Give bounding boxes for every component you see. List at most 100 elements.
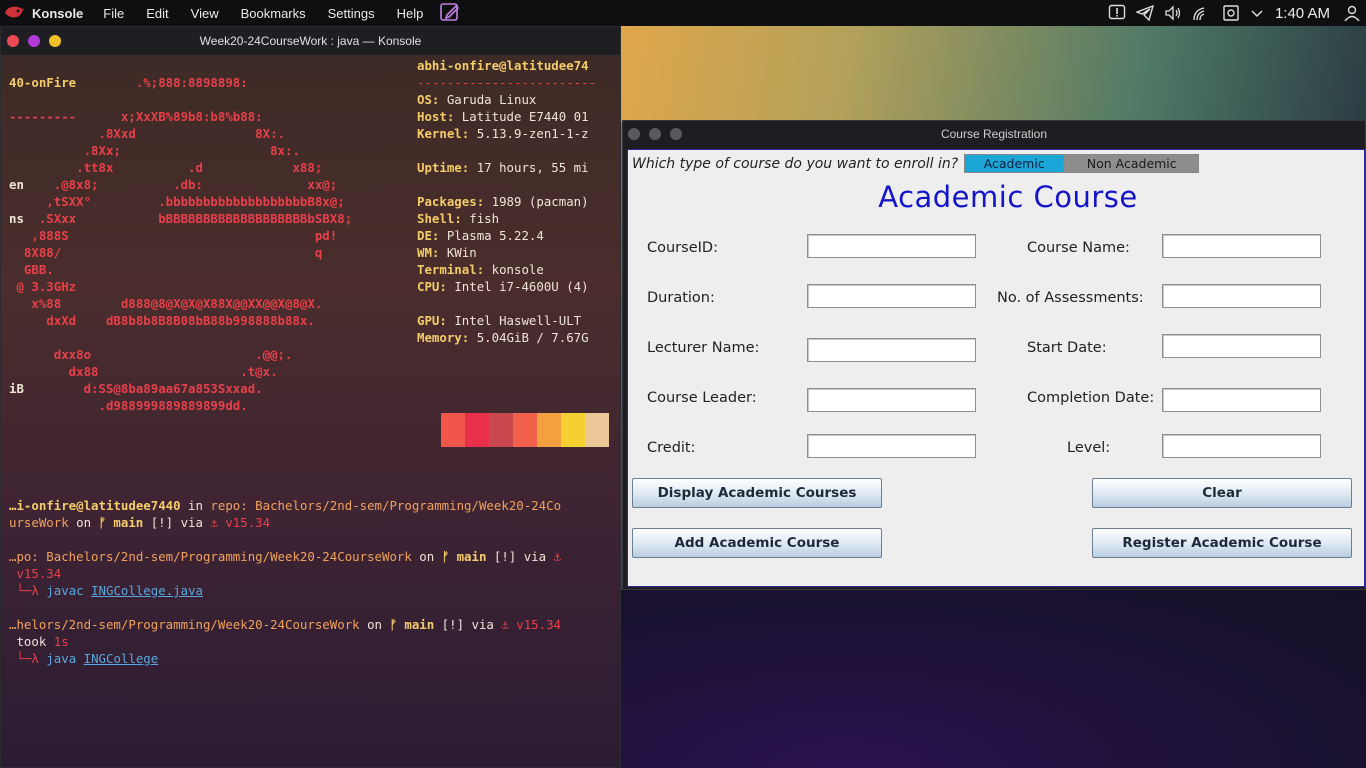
course-id-field[interactable] [807,234,976,258]
user-icon[interactable] [1343,4,1361,22]
completion-date-label: Completion Date: [1027,390,1155,406]
palette-swatch [513,413,537,447]
wrap-line: 40-onFire [9,75,77,90]
info-line: Packages: 1989 (pacman) [417,194,589,209]
neofetch-info: abhi-onfire@latitudee74 -----------------… [417,57,617,346]
palette-swatch [489,413,513,447]
info-line: Kernel: 5.13.9-zen1-1-z [417,126,589,141]
maximize-icon[interactable] [670,128,682,140]
credit-label: Credit: [647,440,696,456]
shell-history: …i-onfire@latitudee7440 in repo: Bachelo… [9,497,609,667]
info-line: OS: Garuda Linux [417,92,537,107]
palette-swatch [585,413,609,447]
start-date-label: Start Date: [1027,340,1107,356]
palette-swatch [441,413,465,447]
wallpaper [620,26,1366,122]
menu-view[interactable]: View [191,6,219,21]
page-title: Academic Course [878,180,1138,214]
prompt-line: …helors/2nd-sem/Programming/Week20-24Cou… [9,617,562,632]
prompt-line: …i-onfire@latitudee7440 in repo: Bachelo… [9,498,562,513]
display-academic-courses-button[interactable]: Display Academic Courses [632,478,882,508]
close-icon[interactable] [628,128,640,140]
palette-swatch [465,413,489,447]
duration-field[interactable] [807,284,976,308]
palette-swatch [561,413,585,447]
lecturer-name-label: Lecturer Name: [647,340,760,356]
course-registration-window: Course Registration Which type of course… [622,120,1366,590]
minimize-icon[interactable] [649,128,661,140]
command-line: └─λ javac INGCollege.java [9,583,203,598]
info-line: Terminal: konsole [417,262,544,277]
volume-icon[interactable] [1164,4,1182,22]
assessments-field[interactable] [1162,284,1321,308]
edit-icon[interactable] [439,1,461,26]
konsole-titlebar[interactable]: Week20-24CourseWork : java — Konsole [1,27,620,55]
wrap-line: --------- [9,109,77,124]
assessments-label: No. of Assessments: [997,290,1144,306]
course-form: Which type of course do you want to enro… [627,149,1365,587]
credit-field[interactable] [807,434,976,458]
color-palette [441,413,609,447]
close-icon[interactable] [7,35,19,47]
menu-bookmarks[interactable]: Bookmarks [241,6,306,21]
lecturer-name-field[interactable] [807,338,976,362]
app-name[interactable]: Konsole [32,6,83,21]
menu-settings[interactable]: Settings [328,6,375,21]
completion-date-field[interactable] [1162,388,1321,412]
file-link[interactable]: INGCollege.java [91,583,203,598]
course-type-question: Which type of course do you want to enro… [632,155,959,172]
clear-button[interactable]: Clear [1092,478,1352,508]
course-name-label: Course Name: [1027,240,1130,256]
info-line: Uptime: 17 hours, 55 mi [417,160,589,175]
course-leader-field[interactable] [807,388,976,412]
minimize-icon[interactable] [49,35,61,47]
command-line: └─λ java INGCollege [9,651,159,666]
info-user: abhi-onfire@latitudee74 [417,58,589,73]
wifi-icon[interactable] [1192,4,1212,22]
menu-edit[interactable]: Edit [146,6,168,21]
prompt-line: urseWork on ᚠ main [!] via ⚓ v15.34 [9,515,271,530]
menu-file[interactable]: File [103,6,124,21]
prompt-line: v15.34 [9,566,62,581]
garuda-logo-icon[interactable] [2,3,26,23]
konsole-window: Week20-24CourseWork : java — Konsole .%;… [0,26,621,768]
menu-help[interactable]: Help [397,6,424,21]
level-label: Level: [1067,440,1111,456]
konsole-title: Week20-24CourseWork : java — Konsole [199,34,422,48]
start-date-field[interactable] [1162,334,1321,358]
top-panel: Konsole File Edit View Bookmarks Setting… [0,0,1366,26]
course-leader-label: Course Leader: [647,390,757,406]
info-separator: ------------------------ [417,75,597,90]
notification-icon[interactable] [1108,4,1126,22]
info-line: Memory: 5.04GiB / 7.67G [417,330,589,345]
wrap-line: ns [9,211,24,226]
telegram-icon[interactable] [1135,4,1154,22]
info-line: WM: KWin [417,245,477,260]
clock[interactable]: 1:40 AM [1275,5,1330,22]
info-line: GPU: Intel Haswell-ULT [417,313,582,328]
course-id-label: CourseID: [647,240,718,256]
maximize-icon[interactable] [28,35,40,47]
system-tray: 1:40 AM [1103,0,1366,26]
chevron-down-icon[interactable] [1250,6,1264,20]
palette-swatch [537,413,561,447]
add-academic-course-button[interactable]: Add Academic Course [632,528,882,558]
file-link[interactable]: INGCollege [84,651,159,666]
window-title: Course Registration [940,127,1048,141]
course-name-field[interactable] [1162,234,1321,258]
info-line: Host: Latitude E7440 01 [417,109,589,124]
info-line: DE: Plasma 5.22.4 [417,228,544,243]
duration-label: Duration: [647,290,715,306]
java-titlebar[interactable]: Course Registration [623,121,1365,147]
tab-academic[interactable]: Academic [964,154,1065,173]
wrap-line: iB [9,381,24,396]
took-line: took 1s [9,634,69,649]
register-academic-course-button[interactable]: Register Academic Course [1092,528,1352,558]
screenshot-icon[interactable] [1222,4,1240,22]
wallpaper-bottom [620,590,1366,768]
level-field[interactable] [1162,434,1321,458]
prompt-line: …po: Bachelors/2nd-sem/Programming/Week2… [9,549,562,564]
info-line: CPU: Intel i7-4600U (4) [417,279,589,294]
tab-non-academic[interactable]: Non Academic [1064,154,1200,173]
wrap-line: en [9,177,24,192]
